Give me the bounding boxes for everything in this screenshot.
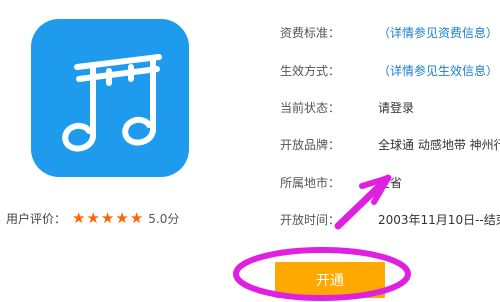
time-value: 2003年11月10日--结束 bbox=[378, 212, 500, 227]
star-icon: ★ bbox=[100, 208, 115, 227]
star-icon: ★ bbox=[115, 208, 129, 227]
star-icon: ★ bbox=[86, 208, 100, 227]
info-row-region: 所属地市： 全省 bbox=[280, 172, 402, 192]
info-label: 开放时间： bbox=[280, 212, 341, 227]
music-note-icon bbox=[62, 54, 162, 152]
info-label: 当前状态： bbox=[280, 100, 341, 115]
info-row-status: 当前状态： 请登录 bbox=[280, 97, 414, 117]
rating-label: 用户评价： bbox=[6, 211, 67, 226]
app-icon bbox=[31, 19, 189, 177]
rating-score: 5.0分 bbox=[148, 211, 180, 226]
fee-info-link[interactable]: （详情参见资费信息） bbox=[378, 24, 498, 41]
info-row-effect: 生效方式： （详情参见生效信息） bbox=[280, 60, 498, 80]
effect-info-link[interactable]: （详情参见生效信息） bbox=[378, 62, 498, 79]
rating-stars: ★ ★ ★ ★ ★ bbox=[72, 208, 144, 227]
info-row-time: 开放时间： 2003年11月10日--结束 bbox=[280, 209, 500, 229]
info-row-brand: 开放品牌： 全球通 动感地带 神州行 bbox=[280, 134, 500, 154]
info-label: 资费标准： bbox=[280, 25, 341, 40]
info-label: 生效方式： bbox=[280, 63, 341, 78]
star-icon: ★ bbox=[129, 208, 144, 227]
info-row-fee: 资费标准： （详情参见资费信息） bbox=[280, 22, 498, 42]
status-value: 请登录 bbox=[378, 100, 415, 115]
info-label: 所属地市： bbox=[280, 175, 341, 190]
star-icon: ★ bbox=[72, 208, 86, 227]
open-button[interactable]: 开通 bbox=[275, 262, 385, 298]
user-rating: 用户评价： ★ ★ ★ ★ ★ 5.0分 bbox=[6, 208, 179, 228]
region-value: 全省 bbox=[378, 175, 403, 190]
info-label: 开放品牌： bbox=[280, 137, 341, 152]
brand-value: 全球通 动感地带 神州行 bbox=[378, 137, 500, 152]
